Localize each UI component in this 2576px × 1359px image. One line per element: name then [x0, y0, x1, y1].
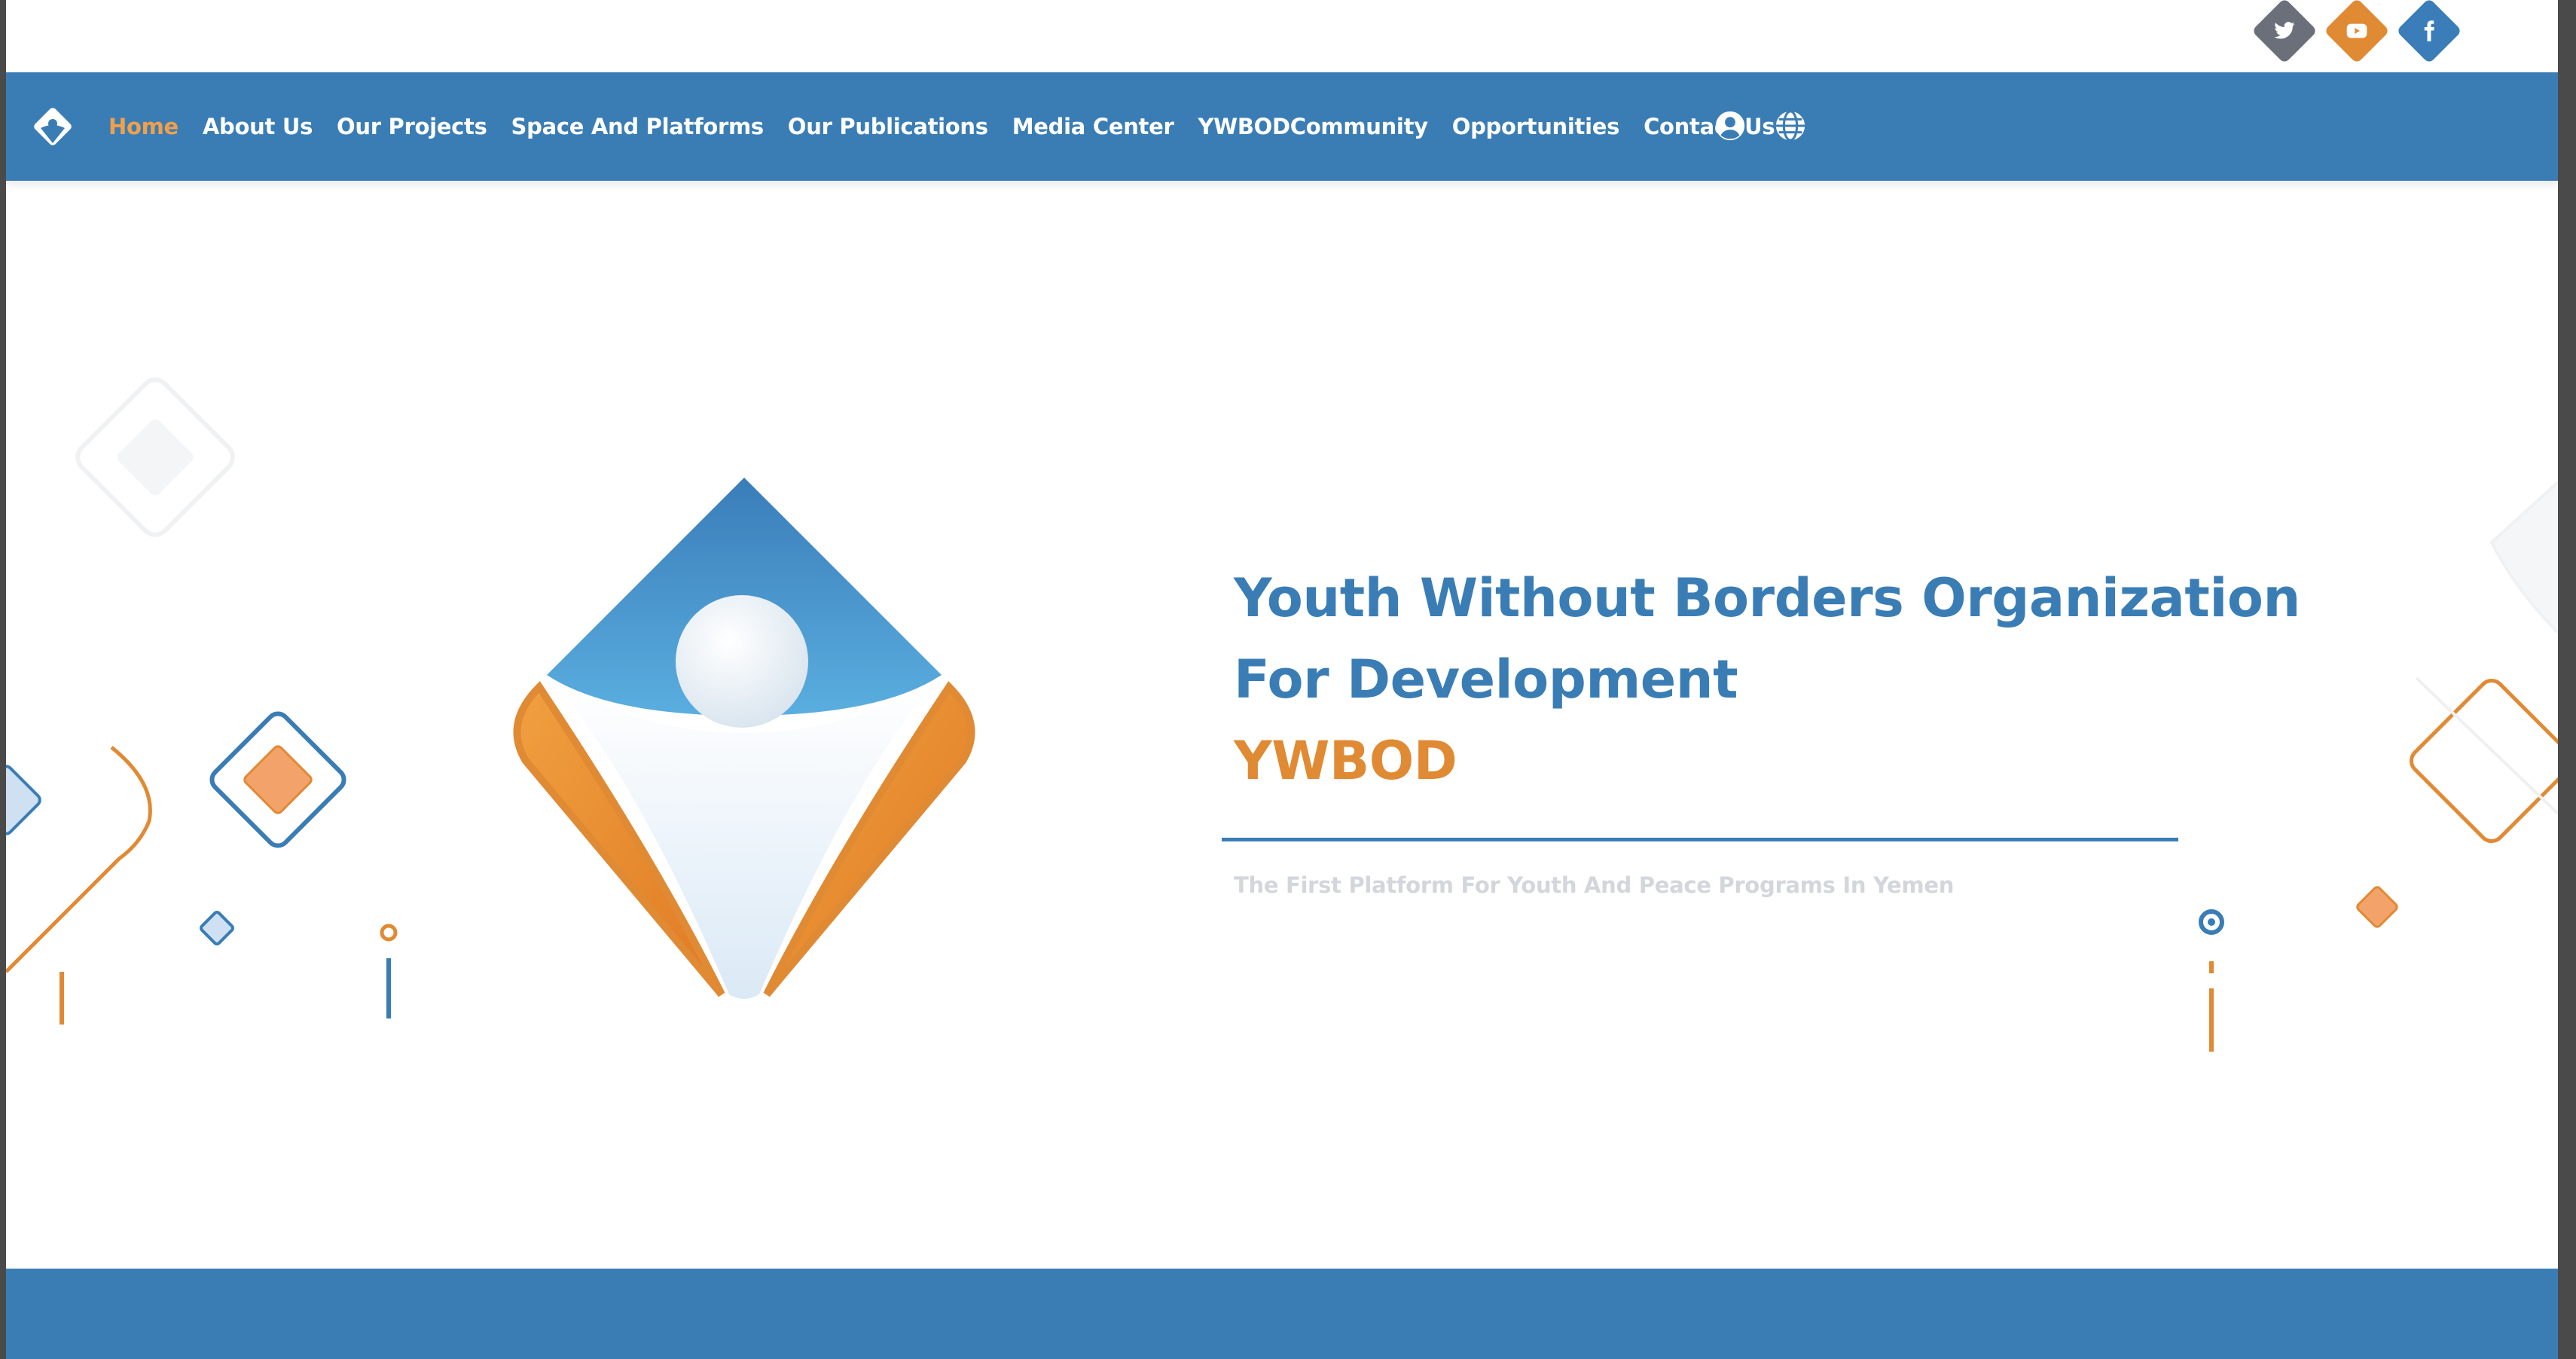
hero-heading: Youth Without Borders Organization For D… [1234, 557, 2300, 802]
facebook-icon [2424, 20, 2434, 41]
hero-title-acronym: YWBOD [1234, 730, 1457, 792]
nav-ywbod-community[interactable]: YWBODCommunity [1198, 114, 1428, 139]
footer-band [6, 1269, 2558, 1359]
globe-icon[interactable] [1773, 108, 1808, 143]
facebook-link[interactable] [2396, 0, 2462, 64]
social-topbar [6, 0, 2558, 72]
nav-home[interactable]: Home [108, 114, 179, 139]
hero-divider [1222, 838, 2178, 841]
user-circle-icon[interactable] [1713, 108, 1747, 143]
nav-our-publications[interactable]: Our Publications [788, 114, 988, 139]
browser-viewport: Home About Us Our Projects Space And Pla… [6, 0, 2558, 1359]
ywbod-logo-icon[interactable] [32, 105, 74, 148]
twitter-icon [2274, 22, 2295, 39]
twitter-link[interactable] [2251, 0, 2318, 64]
youtube-link[interactable] [2324, 0, 2390, 64]
hero-subtitle: The First Platform For Youth And Peace P… [1234, 872, 1955, 898]
hero-title-line2: For Development [1234, 649, 1738, 710]
nav-about-us[interactable]: About Us [203, 114, 313, 139]
main-navbar: Home About Us Our Projects Space And Pla… [6, 72, 2558, 181]
nav-media-center[interactable]: Media Center [1012, 114, 1174, 139]
ywbod-hero-logo [513, 478, 975, 999]
nav-opportunities[interactable]: Opportunities [1452, 114, 1620, 139]
nav-contact-us[interactable]: Contact Us [1644, 114, 1775, 139]
nav-space-and-platforms[interactable]: Space And Platforms [511, 114, 765, 139]
nav-menu: Home About Us Our Projects Space And Pla… [108, 72, 1799, 181]
hero-title-line1: Youth Without Borders Organization [1234, 567, 2300, 629]
youtube-icon [2346, 23, 2367, 38]
nav-our-projects[interactable]: Our Projects [337, 114, 487, 139]
